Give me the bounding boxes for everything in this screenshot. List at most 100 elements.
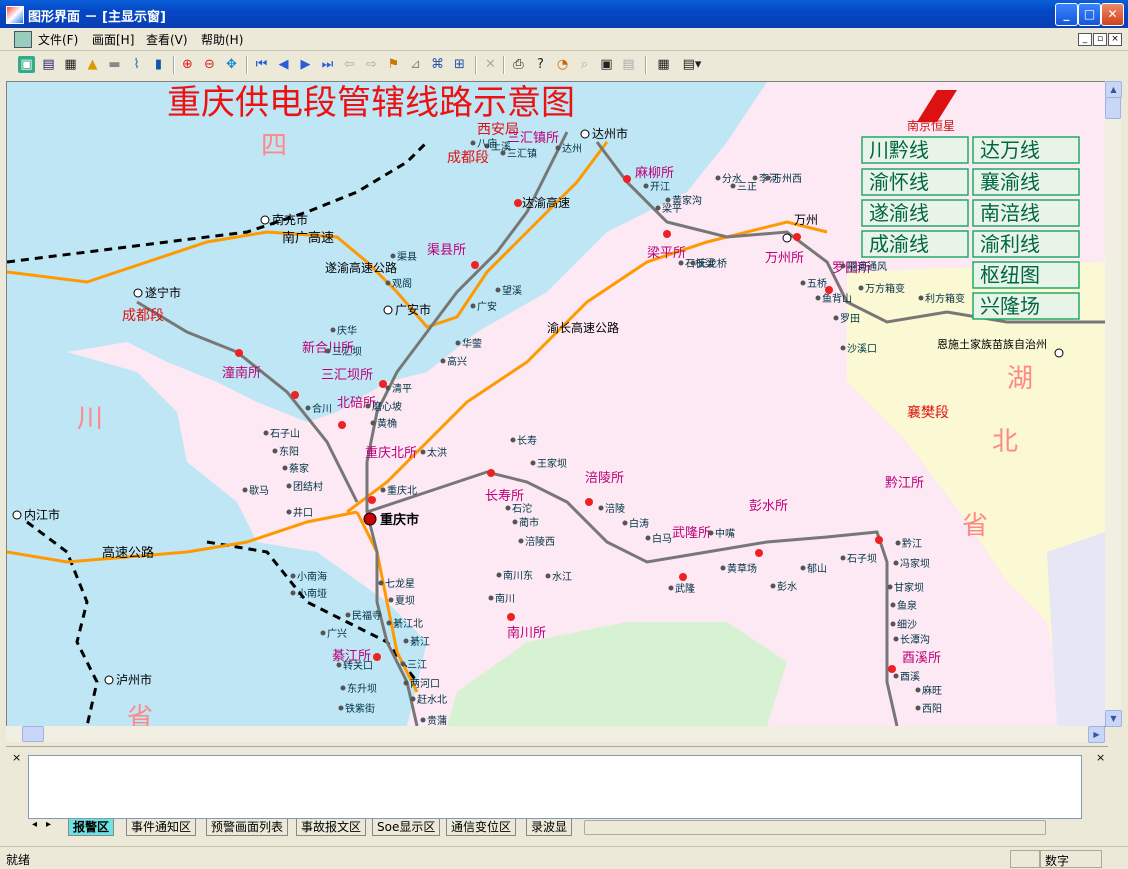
- menu-screen[interactable]: 画面[H]: [92, 31, 134, 48]
- pan-icon[interactable]: ✥: [223, 56, 240, 73]
- station-label[interactable]: 东升坝: [347, 682, 377, 695]
- station-label[interactable]: 开江: [650, 181, 670, 193]
- station-label[interactable]: 广安: [477, 300, 497, 313]
- city-nanchong[interactable]: 南充市: [272, 212, 308, 227]
- alarm-list[interactable]: [28, 755, 1082, 819]
- first-page-icon[interactable]: ⏮: [253, 56, 270, 73]
- station-label[interactable]: 中嘴: [715, 527, 735, 540]
- station-label[interactable]: 民福寺: [352, 609, 382, 622]
- menu-view[interactable]: 查看(V): [146, 31, 188, 48]
- station-label[interactable]: 彭水: [777, 580, 797, 593]
- substation-label[interactable]: 北碚所: [337, 396, 376, 411]
- station-label[interactable]: 夏坝: [395, 595, 415, 607]
- alarm-icon[interactable]: ▲: [84, 56, 101, 73]
- station-label[interactable]: 三汇镇: [507, 147, 537, 160]
- station-label[interactable]: 望溪: [502, 284, 522, 297]
- station-label[interactable]: 隧道通风: [847, 260, 887, 273]
- tab-comm-change[interactable]: 通信变位区: [446, 819, 517, 836]
- substation-label[interactable]: 潼南所: [222, 365, 261, 381]
- mdi-restore-button[interactable]: ▫: [1093, 33, 1107, 46]
- station-label[interactable]: 蔡家: [289, 462, 309, 475]
- station-label[interactable]: 石子坝: [847, 553, 877, 565]
- pane-close-icon[interactable]: ×: [1096, 751, 1105, 764]
- station-label[interactable]: 麻旺: [922, 684, 942, 697]
- tab-soe[interactable]: Soe显示区: [372, 819, 441, 836]
- station-label[interactable]: 王家坝: [537, 457, 567, 470]
- station-label[interactable]: 涪陵西: [525, 535, 555, 548]
- station-label[interactable]: 綦江: [410, 635, 430, 648]
- close-button[interactable]: ✕: [1101, 3, 1124, 26]
- save-screen-icon[interactable]: ▤: [40, 56, 57, 73]
- station-label[interactable]: 黄家沟: [672, 194, 702, 207]
- station-label[interactable]: 团结村: [293, 480, 323, 493]
- station-label[interactable]: 庆华: [337, 324, 357, 337]
- station-label[interactable]: 铁紫街: [345, 702, 375, 715]
- station-label[interactable]: 合川: [312, 402, 332, 415]
- station-label[interactable]: 黄草场: [727, 562, 757, 575]
- city-wanzhou[interactable]: 万州: [794, 213, 818, 227]
- station-label[interactable]: 石子山: [270, 428, 300, 440]
- substation-label[interactable]: 酉溪所: [902, 651, 941, 666]
- legend-nanfu[interactable]: 南涪线: [980, 201, 1040, 225]
- station-label[interactable]: 细沙: [897, 618, 917, 631]
- station-label[interactable]: 武隆: [675, 582, 695, 595]
- station-label[interactable]: 两河口: [410, 678, 440, 690]
- menu-file[interactable]: 文件(F): [38, 31, 78, 48]
- station-label[interactable]: 歇马: [249, 485, 269, 497]
- scroll-right-icon[interactable]: ▶: [1088, 726, 1105, 743]
- menu-help[interactable]: 帮助(H): [201, 31, 243, 48]
- station-label[interactable]: 清平: [392, 382, 412, 395]
- station-label[interactable]: 蔺市: [519, 516, 539, 529]
- picture-icon[interactable]: ▣: [18, 56, 35, 73]
- tab-event-notice[interactable]: 事件通知区: [126, 819, 197, 836]
- legend-yuli[interactable]: 渝利线: [980, 232, 1040, 256]
- station-label[interactable]: 五桥: [807, 278, 827, 290]
- tab-scroll-left-icon[interactable]: ◂: [32, 819, 37, 830]
- legend-yuhuai[interactable]: 渝怀线: [869, 170, 929, 194]
- legend-hub-map[interactable]: 枢纽图: [980, 263, 1040, 287]
- station-label[interactable]: 鱼泉: [897, 599, 917, 612]
- station-label[interactable]: 酉溪: [900, 671, 920, 683]
- station-label[interactable]: 七龙星: [385, 577, 415, 590]
- station-label[interactable]: 万州西: [772, 173, 802, 185]
- city-luzhou[interactable]: 泸州市: [116, 672, 152, 687]
- station-label[interactable]: 沙溪口: [847, 343, 877, 355]
- station-label[interactable]: 罗田: [840, 313, 860, 325]
- cancel-icon[interactable]: ✕: [482, 56, 499, 73]
- export-icon[interactable]: ▤: [620, 56, 637, 73]
- station-label[interactable]: 渠县: [397, 251, 417, 263]
- legend-chuanqian[interactable]: 川黔线: [869, 138, 929, 162]
- station-label[interactable]: 赶水北: [417, 693, 447, 706]
- trend-icon[interactable]: ⌇: [128, 56, 145, 73]
- substation-label[interactable]: 长寿所: [485, 489, 524, 504]
- city-chongqing[interactable]: 重庆市: [380, 512, 419, 528]
- station-label[interactable]: 太洪: [427, 446, 447, 459]
- window-icon[interactable]: ▦: [62, 56, 79, 73]
- station-label[interactable]: 磨心坡: [372, 400, 402, 413]
- station-label[interactable]: 重庆北: [387, 484, 417, 497]
- tab-warning-list[interactable]: 预警画面列表: [206, 819, 289, 836]
- substation-label[interactable]: 三汇镇所: [507, 131, 559, 146]
- substation-label[interactable]: 麻柳所: [635, 166, 674, 181]
- station-label[interactable]: 八庙: [477, 137, 497, 150]
- station-label[interactable]: 小南垭: [297, 587, 327, 600]
- vertical-scroll-thumb[interactable]: [1105, 97, 1121, 119]
- substation-label[interactable]: 万州所: [765, 251, 804, 266]
- station-label[interactable]: 达州: [562, 143, 582, 155]
- horizontal-scroll-thumb[interactable]: [22, 726, 44, 742]
- previous-page-icon[interactable]: ◀: [275, 56, 292, 73]
- layout-icon[interactable]: ⌘: [429, 56, 446, 73]
- legend-xinglongchang[interactable]: 兴隆场: [980, 294, 1040, 318]
- station-label[interactable]: 万方箱变: [865, 282, 905, 295]
- station-label[interactable]: 南川: [495, 592, 515, 605]
- forward-icon[interactable]: ⇨: [363, 56, 380, 73]
- station-label[interactable]: 小南海: [297, 570, 327, 583]
- zoom-in-icon[interactable]: ⊕: [179, 56, 196, 73]
- station-label[interactable]: 西阳: [922, 703, 942, 715]
- city-suining[interactable]: 遂宁市: [145, 285, 181, 300]
- measure-icon[interactable]: ⊿: [407, 56, 424, 73]
- next-page-icon[interactable]: ▶: [297, 56, 314, 73]
- tab-scroll-right-icon[interactable]: ▸: [46, 819, 51, 830]
- view-dropdown-icon[interactable]: ▤▾: [678, 56, 706, 73]
- zoom-out-icon[interactable]: ⊖: [201, 56, 218, 73]
